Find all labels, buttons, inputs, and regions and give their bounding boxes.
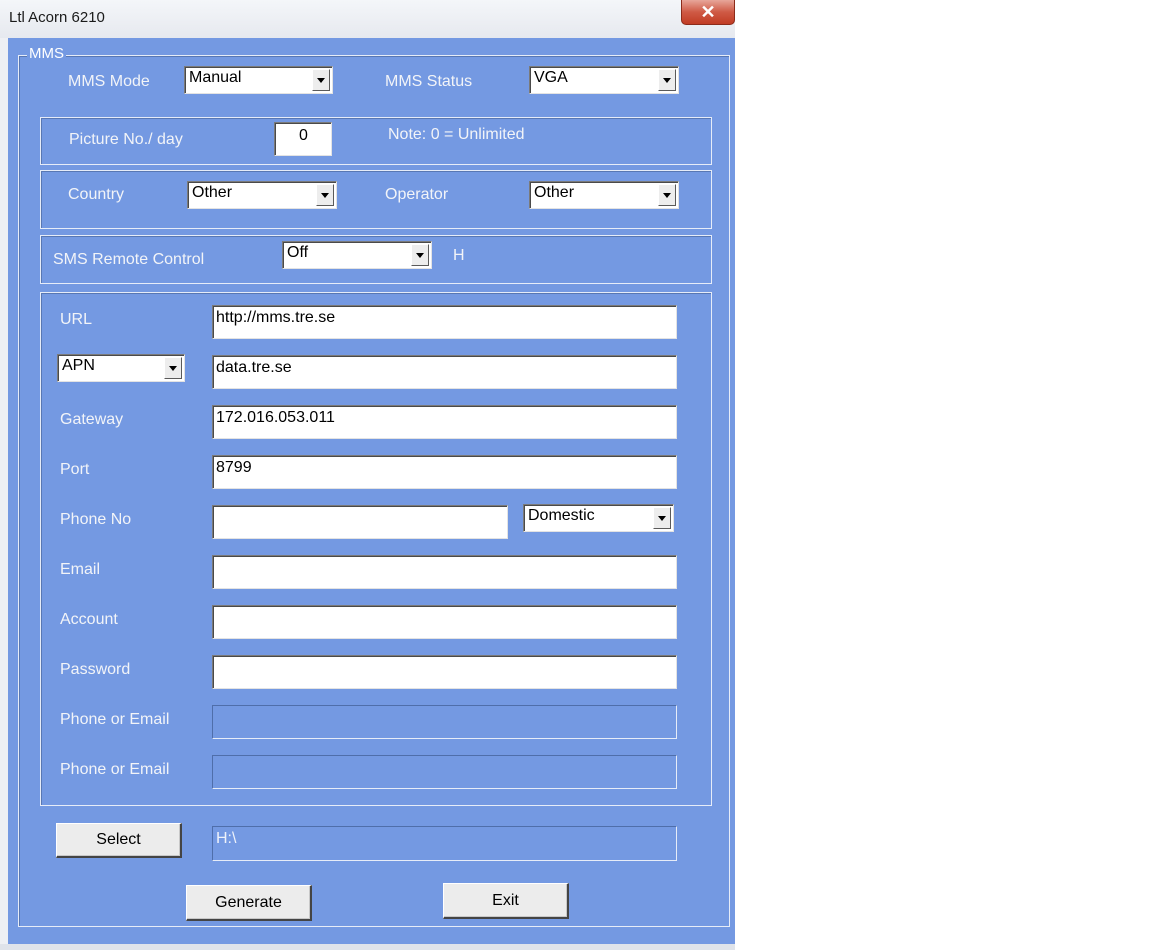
phone-region-value: Domestic <box>528 507 595 524</box>
sms-remote-select[interactable]: Off <box>282 241 432 269</box>
phone-region-dropdown-button[interactable] <box>653 507 671 529</box>
url-input[interactable]: http://mms.tre.se <box>212 305 677 339</box>
phone-or-email-2-label: Phone or Email <box>60 761 170 778</box>
apn-type-value: APN <box>62 357 95 374</box>
picture-note: Note: 0 = Unlimited <box>388 126 525 143</box>
sms-remote-label: SMS Remote Control <box>53 251 205 268</box>
title-bar <box>0 0 735 38</box>
apn-type-dropdown-button[interactable] <box>164 357 182 379</box>
sms-remote-dropdown-button[interactable] <box>411 244 429 266</box>
email-input[interactable] <box>212 555 677 589</box>
mms-status-dropdown-button[interactable] <box>658 69 676 91</box>
operator-label: Operator <box>385 186 449 203</box>
account-input[interactable] <box>212 605 677 639</box>
mms-mode-dropdown-button[interactable] <box>312 69 330 91</box>
phone-or-email-1-input <box>212 705 677 739</box>
chevron-down-icon <box>169 365 177 371</box>
phone-label: Phone No <box>60 511 132 528</box>
chevron-down-icon <box>416 252 424 258</box>
url-value: http://mms.tre.se <box>216 309 336 326</box>
country-value: Other <box>192 184 233 201</box>
password-label: Password <box>60 661 131 678</box>
phone-input[interactable] <box>212 505 508 539</box>
gateway-input[interactable]: 172.016.053.011 <box>212 405 677 439</box>
mms-status-select[interactable]: VGA <box>529 66 679 94</box>
phone-region-select[interactable]: Domestic <box>523 504 674 532</box>
chevron-down-icon <box>658 515 666 521</box>
close-icon: ✕ <box>700 2 716 22</box>
apn-value: data.tre.se <box>216 359 292 376</box>
country-select[interactable]: Other <box>187 181 337 209</box>
picture-count-value: 0 <box>299 127 308 144</box>
chevron-down-icon <box>663 77 671 83</box>
gateway-label: Gateway <box>60 411 124 428</box>
generate-button[interactable]: Generate <box>186 885 312 921</box>
gateway-value: 172.016.053.011 <box>216 409 335 426</box>
operator-dropdown-button[interactable] <box>658 184 676 206</box>
select-path-field: H:\ <box>212 826 677 861</box>
sms-remote-suffix: H <box>453 247 465 264</box>
mms-mode-value: Manual <box>189 69 242 86</box>
apn-input[interactable]: data.tre.se <box>212 355 677 389</box>
operator-select[interactable]: Other <box>529 181 679 209</box>
sms-remote-value: Off <box>287 244 309 261</box>
chevron-down-icon <box>317 77 325 83</box>
port-label: Port <box>60 461 90 478</box>
account-label: Account <box>60 611 118 628</box>
mms-status-label: MMS Status <box>385 73 473 90</box>
close-button[interactable]: ✕ <box>681 0 735 25</box>
country-dropdown-button[interactable] <box>316 184 334 206</box>
mms-mode-label: MMS Mode <box>68 73 150 90</box>
chevron-down-icon <box>663 192 671 198</box>
mms-group-legend: MMS <box>27 45 66 62</box>
select-path-value: H:\ <box>216 830 237 847</box>
picture-count-input[interactable]: 0 <box>274 122 332 156</box>
exit-button[interactable]: Exit <box>443 883 569 919</box>
country-label: Country <box>68 186 125 203</box>
apn-type-select[interactable]: APN <box>57 354 185 382</box>
select-button[interactable]: Select <box>56 823 182 858</box>
operator-value: Other <box>534 184 575 201</box>
chevron-down-icon <box>321 192 329 198</box>
phone-or-email-2-input <box>212 755 677 789</box>
password-input[interactable] <box>212 655 677 689</box>
port-input[interactable]: 8799 <box>212 455 677 489</box>
window-bottom-edge <box>0 944 735 950</box>
window-title: Ltl Acorn 6210 <box>9 9 105 26</box>
email-label: Email <box>60 561 101 578</box>
phone-or-email-1-label: Phone or Email <box>60 711 170 728</box>
port-value: 8799 <box>216 459 252 476</box>
url-label: URL <box>60 311 93 328</box>
picture-label: Picture No./ day <box>69 131 183 148</box>
mms-mode-select[interactable]: Manual <box>184 66 333 94</box>
mms-status-value: VGA <box>534 69 568 86</box>
